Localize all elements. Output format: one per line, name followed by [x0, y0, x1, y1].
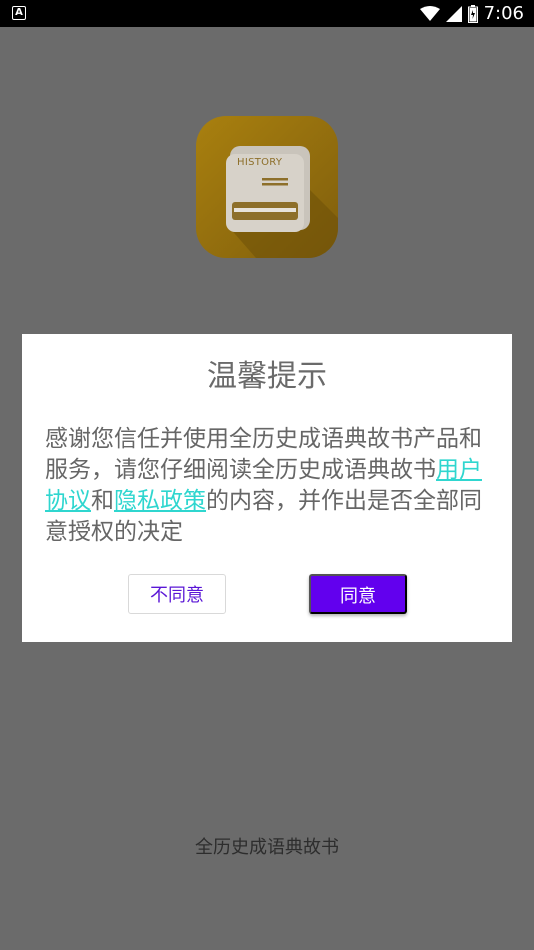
disagree-button[interactable]: 不同意 [128, 574, 226, 614]
status-icons: 7:06 [419, 3, 524, 25]
app-name-footer: 全历史成语典故书 [195, 837, 339, 858]
dialog-message-text: 感谢您信任并使用全历史成语典故书产品和服务，请您仔细阅读全历史成语典故书 [45, 426, 482, 483]
dialog-message: 感谢您信任并使用全历史成语典故书产品和服务，请您仔细阅读全历史成语典故书用户协议… [45, 424, 487, 548]
app-logo-icon: HISTORY [196, 116, 338, 258]
status-bar: A 7:06 [0, 0, 534, 27]
notification-icon: A [12, 6, 26, 20]
wifi-icon [419, 6, 440, 21]
clock-time: 7:06 [483, 3, 524, 24]
dialog-message-conjunction: 和 [91, 488, 114, 514]
agree-button[interactable]: 同意 [309, 574, 407, 614]
dialog-title: 温馨提示 [207, 359, 327, 394]
signal-icon [445, 6, 462, 22]
battery-icon [467, 5, 478, 23]
privacy-policy-link[interactable]: 隐私政策 [114, 488, 206, 514]
app-logo-text: HISTORY [237, 157, 283, 168]
